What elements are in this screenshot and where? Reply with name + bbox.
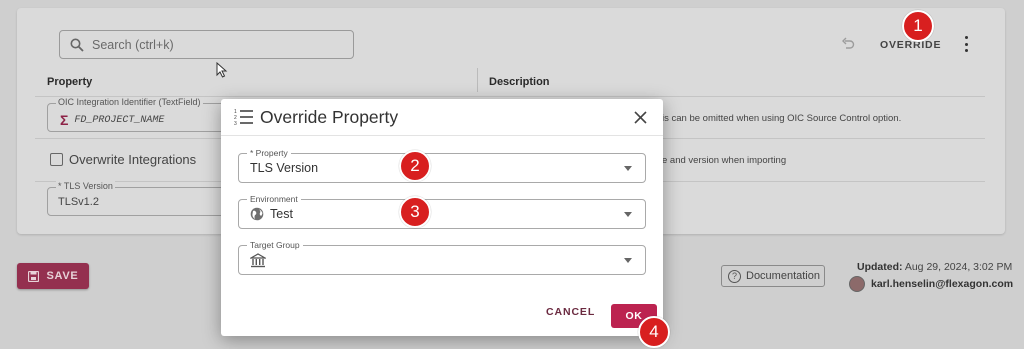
globe-icon <box>250 207 264 221</box>
dialog-title: Override Property <box>260 107 399 127</box>
oic-identifier-value: Σ FD_PROJECT_NAME <box>60 112 165 128</box>
callout-badge-1: 1 <box>902 10 934 42</box>
search-placeholder: Search (ctrl+k) <box>92 37 174 52</box>
environment-select-value: Test <box>250 207 293 221</box>
property-column-header: Property <box>47 76 93 88</box>
save-label: SAVE <box>46 270 79 282</box>
target-group-select-legend: Target Group <box>247 240 303 250</box>
bank-icon <box>250 253 266 268</box>
close-icon[interactable] <box>634 111 647 124</box>
updated-info: Updated: Aug 29, 2024, 3:02 PM <box>857 261 1013 273</box>
description-row-2: e and version when importing <box>662 155 787 166</box>
description-row-1: is can be omitted when using OIC Source … <box>662 113 902 124</box>
property-select[interactable]: * Property TLS Version <box>238 148 646 183</box>
documentation-button[interactable]: ? Documentation <box>721 265 825 287</box>
dialog-header: 1 2 3 Override Property <box>221 99 663 136</box>
tls-version-value: TLSv1.2 <box>58 196 99 208</box>
avatar <box>849 276 865 292</box>
help-icon: ? <box>728 269 741 283</box>
environment-select-legend: Environment <box>247 194 301 204</box>
oic-identifier-legend: OIC Integration Identifier (TextField) <box>56 97 203 107</box>
sigma-icon: Σ <box>60 112 69 128</box>
override-property-dialog: 1 2 3 Override Property * Property TLS V… <box>221 99 663 336</box>
description-column-header: Description <box>489 76 550 88</box>
search-input[interactable]: Search (ctrl+k) <box>59 30 354 59</box>
tls-version-legend: * TLS Version <box>56 181 115 191</box>
override-button[interactable]: OVERRIDE <box>880 39 941 51</box>
property-select-value: TLS Version <box>250 161 319 175</box>
save-icon <box>27 270 39 282</box>
property-select-legend: * Property <box>247 148 291 158</box>
more-options-icon[interactable] <box>962 36 970 52</box>
undo-icon[interactable] <box>841 36 855 50</box>
mouse-cursor-icon <box>216 62 228 78</box>
chevron-down-icon[interactable] <box>624 166 632 171</box>
overwrite-integrations-checkbox[interactable]: Overwrite Integrations <box>50 152 196 167</box>
save-button[interactable]: SAVE <box>17 263 89 289</box>
callout-badge-3: 3 <box>399 196 431 228</box>
target-group-select-value <box>250 253 272 268</box>
search-icon <box>70 38 84 52</box>
cancel-button[interactable]: CANCEL <box>546 306 595 318</box>
chevron-down-icon[interactable] <box>624 212 632 217</box>
environment-select[interactable]: Environment Test <box>238 194 646 229</box>
numbered-list-icon: 1 2 3 <box>234 109 253 126</box>
callout-badge-4: 4 <box>638 316 670 348</box>
column-divider <box>477 68 478 92</box>
chevron-down-icon[interactable] <box>624 258 632 263</box>
checkbox-box[interactable] <box>50 153 63 166</box>
documentation-label: Documentation <box>746 270 820 282</box>
target-group-select[interactable]: Target Group <box>238 240 646 275</box>
callout-badge-2: 2 <box>399 150 431 182</box>
svg-text:3: 3 <box>234 121 237 126</box>
updated-by-user: karl.henselin@flexagon.com <box>849 276 1013 292</box>
checkbox-label: Overwrite Integrations <box>69 152 197 167</box>
